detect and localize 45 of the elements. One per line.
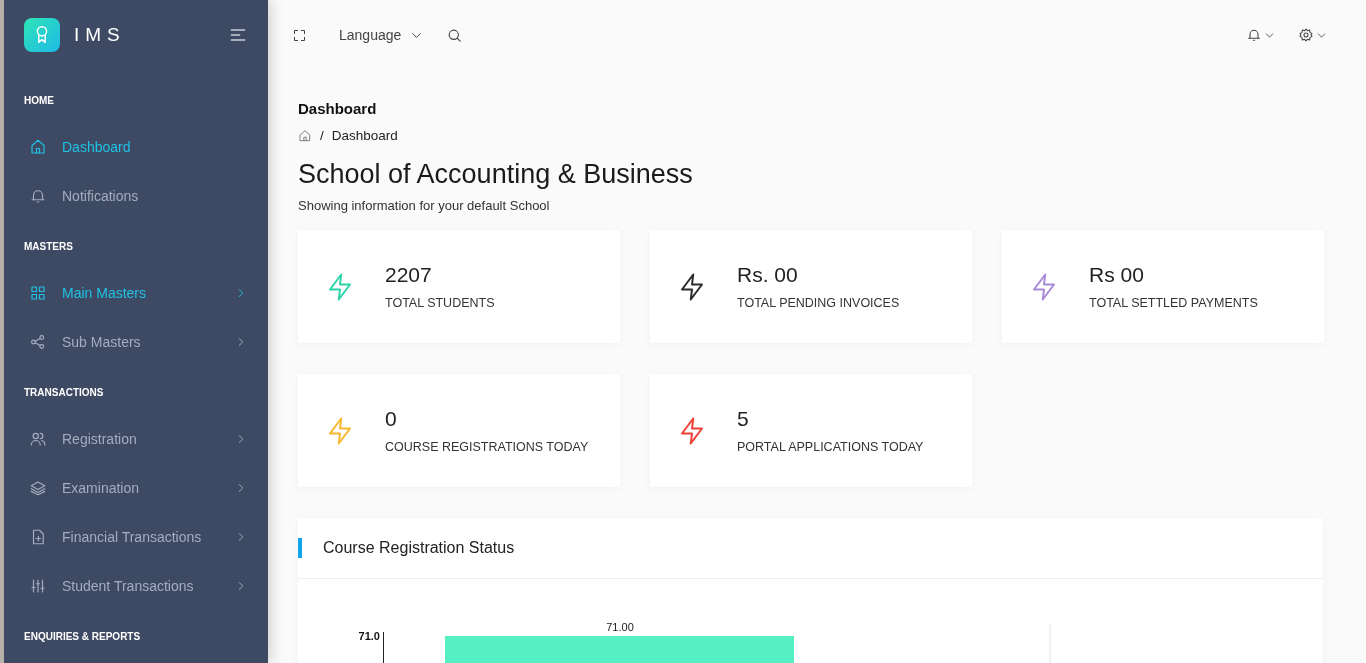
settings-icon bbox=[1298, 27, 1314, 43]
fullscreen-button[interactable] bbox=[292, 27, 307, 43]
home-icon bbox=[29, 137, 47, 156]
sidebar-item[interactable]: Main Masters bbox=[4, 268, 268, 317]
home-link[interactable] bbox=[298, 128, 312, 143]
stat-value: Rs. 00 bbox=[737, 263, 799, 287]
expand-icon bbox=[292, 27, 307, 43]
y-tick-label: 71.0 bbox=[358, 630, 380, 642]
school-name: School of Accounting & Business bbox=[298, 159, 694, 190]
breadcrumb-item: Dashboard bbox=[331, 128, 398, 143]
sidebar-item[interactable]: Student Transactions bbox=[4, 561, 268, 610]
sidebar-item[interactable]: Sub Masters bbox=[4, 317, 268, 366]
page-title: Dashboard bbox=[298, 100, 378, 117]
sidebar-item[interactable]: Notifications bbox=[4, 171, 268, 220]
section-heading: MASTERS bbox=[23, 240, 74, 254]
section-heading: HOME bbox=[23, 94, 55, 108]
stat-label: COURSE REGISTRATIONS TODAY bbox=[385, 440, 589, 454]
stat-label: PORTAL APPLICATIONS TODAY bbox=[737, 440, 924, 454]
stat-label: TOTAL PENDING INVOICES bbox=[737, 296, 900, 310]
language-dropdown[interactable]: Language bbox=[329, 27, 425, 43]
bar-value-label: 71.00 bbox=[606, 621, 634, 633]
sidebar-item[interactable]: Examination bbox=[4, 463, 268, 512]
breadcrumb-separator: / bbox=[320, 128, 324, 143]
stat-value: 5 bbox=[737, 407, 750, 431]
settings-button[interactable] bbox=[1298, 27, 1328, 43]
home-icon bbox=[298, 128, 312, 143]
sliders-icon bbox=[29, 576, 47, 595]
stat-value: Rs 00 bbox=[1089, 263, 1145, 287]
stat-value: 0 bbox=[385, 407, 398, 431]
sidebar-item[interactable]: Dashboard bbox=[4, 122, 268, 171]
panel-title: Course Registration Status bbox=[323, 539, 515, 557]
stat-label: TOTAL SETTLED PAYMENTS bbox=[1089, 296, 1258, 310]
brand-name: IMS bbox=[74, 24, 127, 46]
stat-value: 2207 bbox=[385, 263, 433, 287]
bell-icon bbox=[1246, 27, 1262, 43]
share-icon bbox=[29, 332, 47, 351]
section-heading: TRANSACTIONS bbox=[23, 386, 105, 400]
notifications-button[interactable] bbox=[1246, 27, 1276, 43]
y-axis bbox=[383, 631, 384, 663]
stat-label: TOTAL STUDENTS bbox=[385, 296, 495, 310]
subheading: Showing information for your default School bbox=[298, 198, 551, 213]
sidebar-item[interactable]: Financial Transactions bbox=[4, 512, 268, 561]
sidebar-item[interactable]: Registration bbox=[4, 414, 268, 463]
section-heading: ENQUIRIES & REPORTS bbox=[23, 630, 142, 644]
grid-icon bbox=[29, 283, 47, 302]
